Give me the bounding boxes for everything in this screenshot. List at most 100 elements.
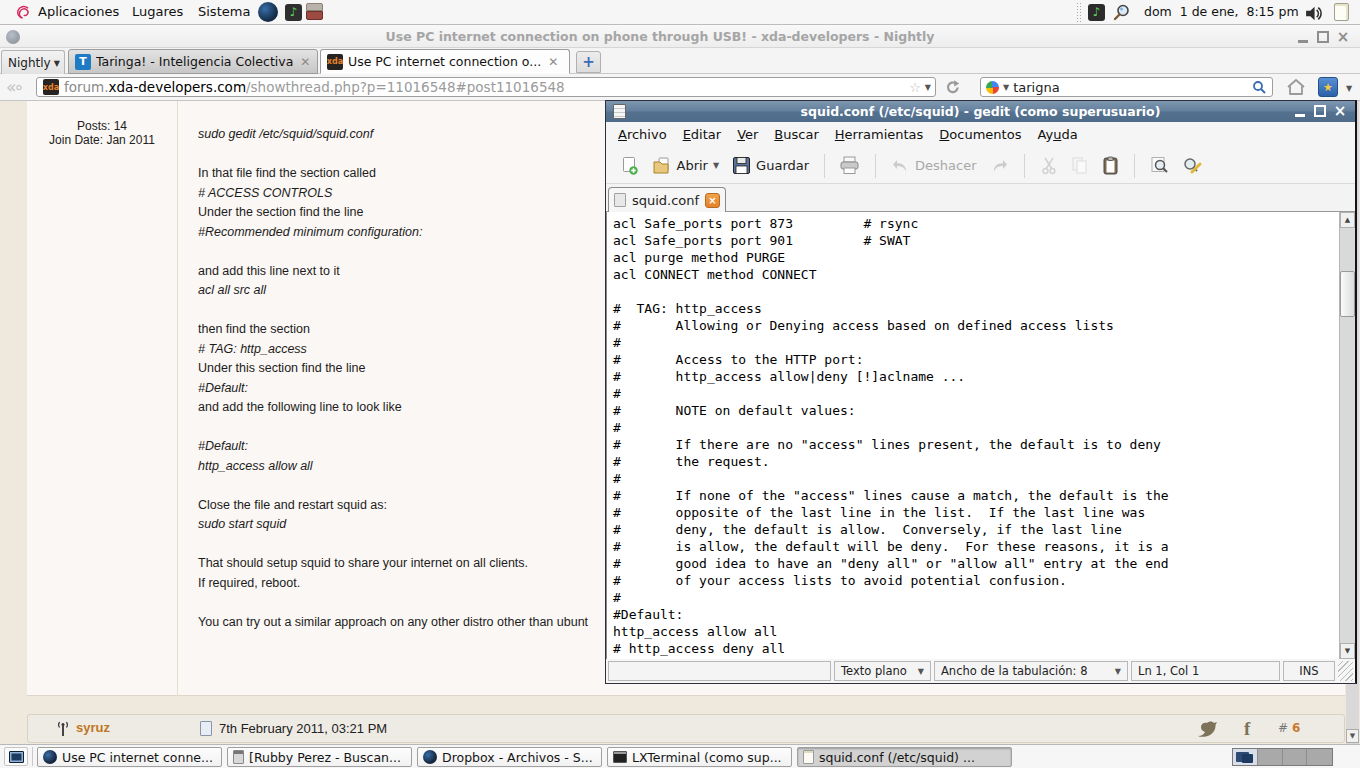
- user-posts-count: Posts: 14: [27, 119, 177, 133]
- taskbar-button-firefox-dropbox[interactable]: Dropbox - Archivos - S...: [417, 747, 602, 767]
- facebook-icon[interactable]: f: [1244, 718, 1250, 740]
- browser-close-button[interactable]: ×: [1336, 30, 1350, 44]
- post-line: [198, 301, 588, 321]
- tab-taringa-close-icon[interactable]: ✕: [300, 55, 310, 69]
- tray-notes-icon[interactable]: [1334, 3, 1349, 21]
- gedit-window: squid.conf (/etc/squid) - gedit (como su…: [605, 100, 1357, 684]
- bookmarks-sidebar-icon[interactable]: ★: [1318, 77, 1338, 97]
- new-document-button[interactable]: [614, 156, 645, 176]
- gedit-menu-item[interactable]: Ver: [729, 124, 766, 146]
- browser-launcher-icon[interactable]: [258, 2, 278, 22]
- replace-button[interactable]: [1175, 156, 1208, 175]
- gedit-menu-item[interactable]: Herramientas: [827, 124, 932, 146]
- urlbar-dropdown-icon[interactable]: ▼: [925, 83, 931, 92]
- panel-grip[interactable]: [1076, 2, 1082, 22]
- gedit-menu-item[interactable]: Editar: [675, 124, 730, 146]
- undo-button[interactable]: Deshacer: [884, 157, 983, 175]
- search-engine-dropdown-icon[interactable]: ▼: [1003, 83, 1009, 92]
- workspace-3[interactable]: [1283, 749, 1308, 765]
- gedit-text-area[interactable]: acl Safe_ports port 873 # rsync acl Safe…: [606, 212, 1355, 659]
- tray-magnifier-icon[interactable]: [1112, 3, 1131, 22]
- show-desktop-button[interactable]: [4, 747, 28, 766]
- panel-menu-aplicaciones[interactable]: Aplicaciones: [34, 0, 123, 24]
- gedit-scroll-up-icon[interactable]: ▲: [1340, 212, 1355, 228]
- taskbar-button-label: Use PC internet conne...: [62, 750, 213, 765]
- gedit-maximize-button[interactable]: [1313, 104, 1327, 118]
- paste-button[interactable]: [1095, 156, 1126, 176]
- browser-navbar: «∘ xda forum.xda-developers.com/showthre…: [0, 74, 1360, 101]
- taskbar: Use PC internet conne... [Rubby Perez - …: [0, 744, 1360, 768]
- workspace-4[interactable]: [1307, 749, 1332, 765]
- statusbar-cursor-position: Ln 1, Col 1: [1131, 661, 1280, 681]
- browser-maximize-button[interactable]: [1316, 30, 1330, 44]
- reload-icon[interactable]: [943, 79, 960, 96]
- statusbar-overwrite-mode[interactable]: INS: [1283, 661, 1335, 681]
- browser-minimize-button[interactable]: [1296, 30, 1310, 44]
- tab-xda-active[interactable]: xda Use PC internet connection o... ✕: [320, 49, 570, 74]
- gedit-menu-item-ayuda[interactable]: Ayuda: [1029, 124, 1085, 146]
- workspace-1[interactable]: [1233, 749, 1258, 765]
- new-tab-button[interactable]: +: [576, 51, 601, 73]
- post-line: # TAG: http_access: [198, 340, 588, 360]
- panel-clock[interactable]: dom 1 de ene, 8:15 pm: [1140, 0, 1303, 24]
- gedit-scrollbar-thumb[interactable]: [1340, 271, 1355, 317]
- taskbar-button-firefox-xda[interactable]: Use PC internet conne...: [37, 747, 222, 767]
- panel-menu-sistema[interactable]: Sistema: [194, 0, 254, 24]
- taskbar-button-gedit[interactable]: squid.conf (/etc/squid) ...: [797, 747, 1012, 767]
- gedit-doctab-label: squid.conf: [632, 193, 699, 208]
- gedit-resize-grip[interactable]: [1338, 661, 1353, 681]
- twitter-icon[interactable]: [1196, 720, 1222, 740]
- back-button[interactable]: «∘: [6, 77, 21, 97]
- document-icon: [614, 193, 626, 207]
- post-line: sudo start squid: [198, 515, 588, 535]
- url-bar[interactable]: xda forum.xda-developers.com/showthread.…: [36, 77, 936, 97]
- debian-logo-icon[interactable]: [13, 3, 32, 22]
- copy-button[interactable]: [1064, 156, 1095, 175]
- gedit-close-button[interactable]: ×: [1333, 104, 1347, 118]
- cut-button[interactable]: [1033, 156, 1064, 175]
- panel-menu-lugares[interactable]: Lugares: [128, 0, 187, 24]
- post-line: You can try out a similar approach on an…: [198, 613, 588, 633]
- open-button[interactable]: Abrir▼: [645, 156, 726, 176]
- open-dropdown-icon[interactable]: ▼: [713, 161, 719, 170]
- gedit-menu-item[interactable]: Documentos: [931, 124, 1029, 146]
- tray-music-icon[interactable]: ♪: [1088, 4, 1105, 21]
- package-launcher-icon[interactable]: [306, 3, 325, 22]
- search-input[interactable]: tarigna: [1013, 80, 1248, 95]
- gedit-menu-item[interactable]: Buscar: [766, 124, 826, 146]
- redo-button[interactable]: [983, 157, 1016, 175]
- post-number[interactable]: # 6: [1278, 721, 1300, 735]
- print-button[interactable]: [833, 156, 867, 175]
- workspace-pager[interactable]: [1232, 748, 1333, 766]
- gedit-doctab-close-icon[interactable]: ×: [705, 193, 720, 208]
- search-go-icon[interactable]: [1252, 80, 1267, 95]
- search-bar[interactable]: ▼ tarigna: [980, 77, 1273, 97]
- gedit-document-tab[interactable]: squid.conf ×: [608, 187, 726, 212]
- gedit-scroll-down-icon[interactable]: ▼: [1340, 643, 1355, 659]
- volume-icon[interactable]: [1304, 4, 1323, 23]
- gedit-titlebar[interactable]: squid.conf (/etc/squid) - gedit (como su…: [606, 101, 1355, 122]
- gedit-scrollbar[interactable]: ▲ ▼: [1339, 212, 1355, 659]
- gedit-text-content[interactable]: acl Safe_ports port 873 # rsync acl Safe…: [613, 215, 1169, 657]
- bookmark-star-icon[interactable]: ☆: [909, 80, 921, 95]
- post-author-link[interactable]: syruz: [76, 720, 110, 735]
- gedit-minimize-button[interactable]: [1293, 104, 1307, 118]
- save-button[interactable]: Guardar: [726, 156, 816, 175]
- statusbar-tab-width-selector[interactable]: Ancho de la tabulación: 8▼: [934, 661, 1128, 681]
- gedit-menu-item[interactable]: Archivo: [610, 124, 675, 146]
- tab-xda-close-icon[interactable]: ✕: [548, 55, 558, 69]
- find-button[interactable]: [1143, 156, 1175, 175]
- statusbar-language-selector[interactable]: Texto plano▼: [834, 661, 931, 681]
- bookmarks-dropdown-icon[interactable]: ▼: [1346, 84, 1352, 93]
- taskbar-button-media-player[interactable]: [Rubby Perez - Buscan...: [227, 747, 412, 767]
- post-date: 7th February 2011, 03:21 PM: [219, 721, 387, 736]
- taskbar-button-lxterminal[interactable]: LXTerminal (como sup...: [607, 747, 792, 767]
- home-icon[interactable]: [1286, 78, 1306, 97]
- firefox-app-menu-button[interactable]: Nightly▼: [1, 50, 65, 74]
- tab-taringa[interactable]: T Taringa! - Inteligencia Colectiva ✕: [68, 49, 318, 74]
- scroll-down-icon[interactable]: ▼: [1346, 729, 1359, 743]
- music-player-launcher-icon[interactable]: ♪: [285, 4, 302, 21]
- tab-xda-label: Use PC internet connection o...: [348, 54, 541, 69]
- post-line: acl all src all: [198, 281, 588, 301]
- workspace-2[interactable]: [1258, 749, 1283, 765]
